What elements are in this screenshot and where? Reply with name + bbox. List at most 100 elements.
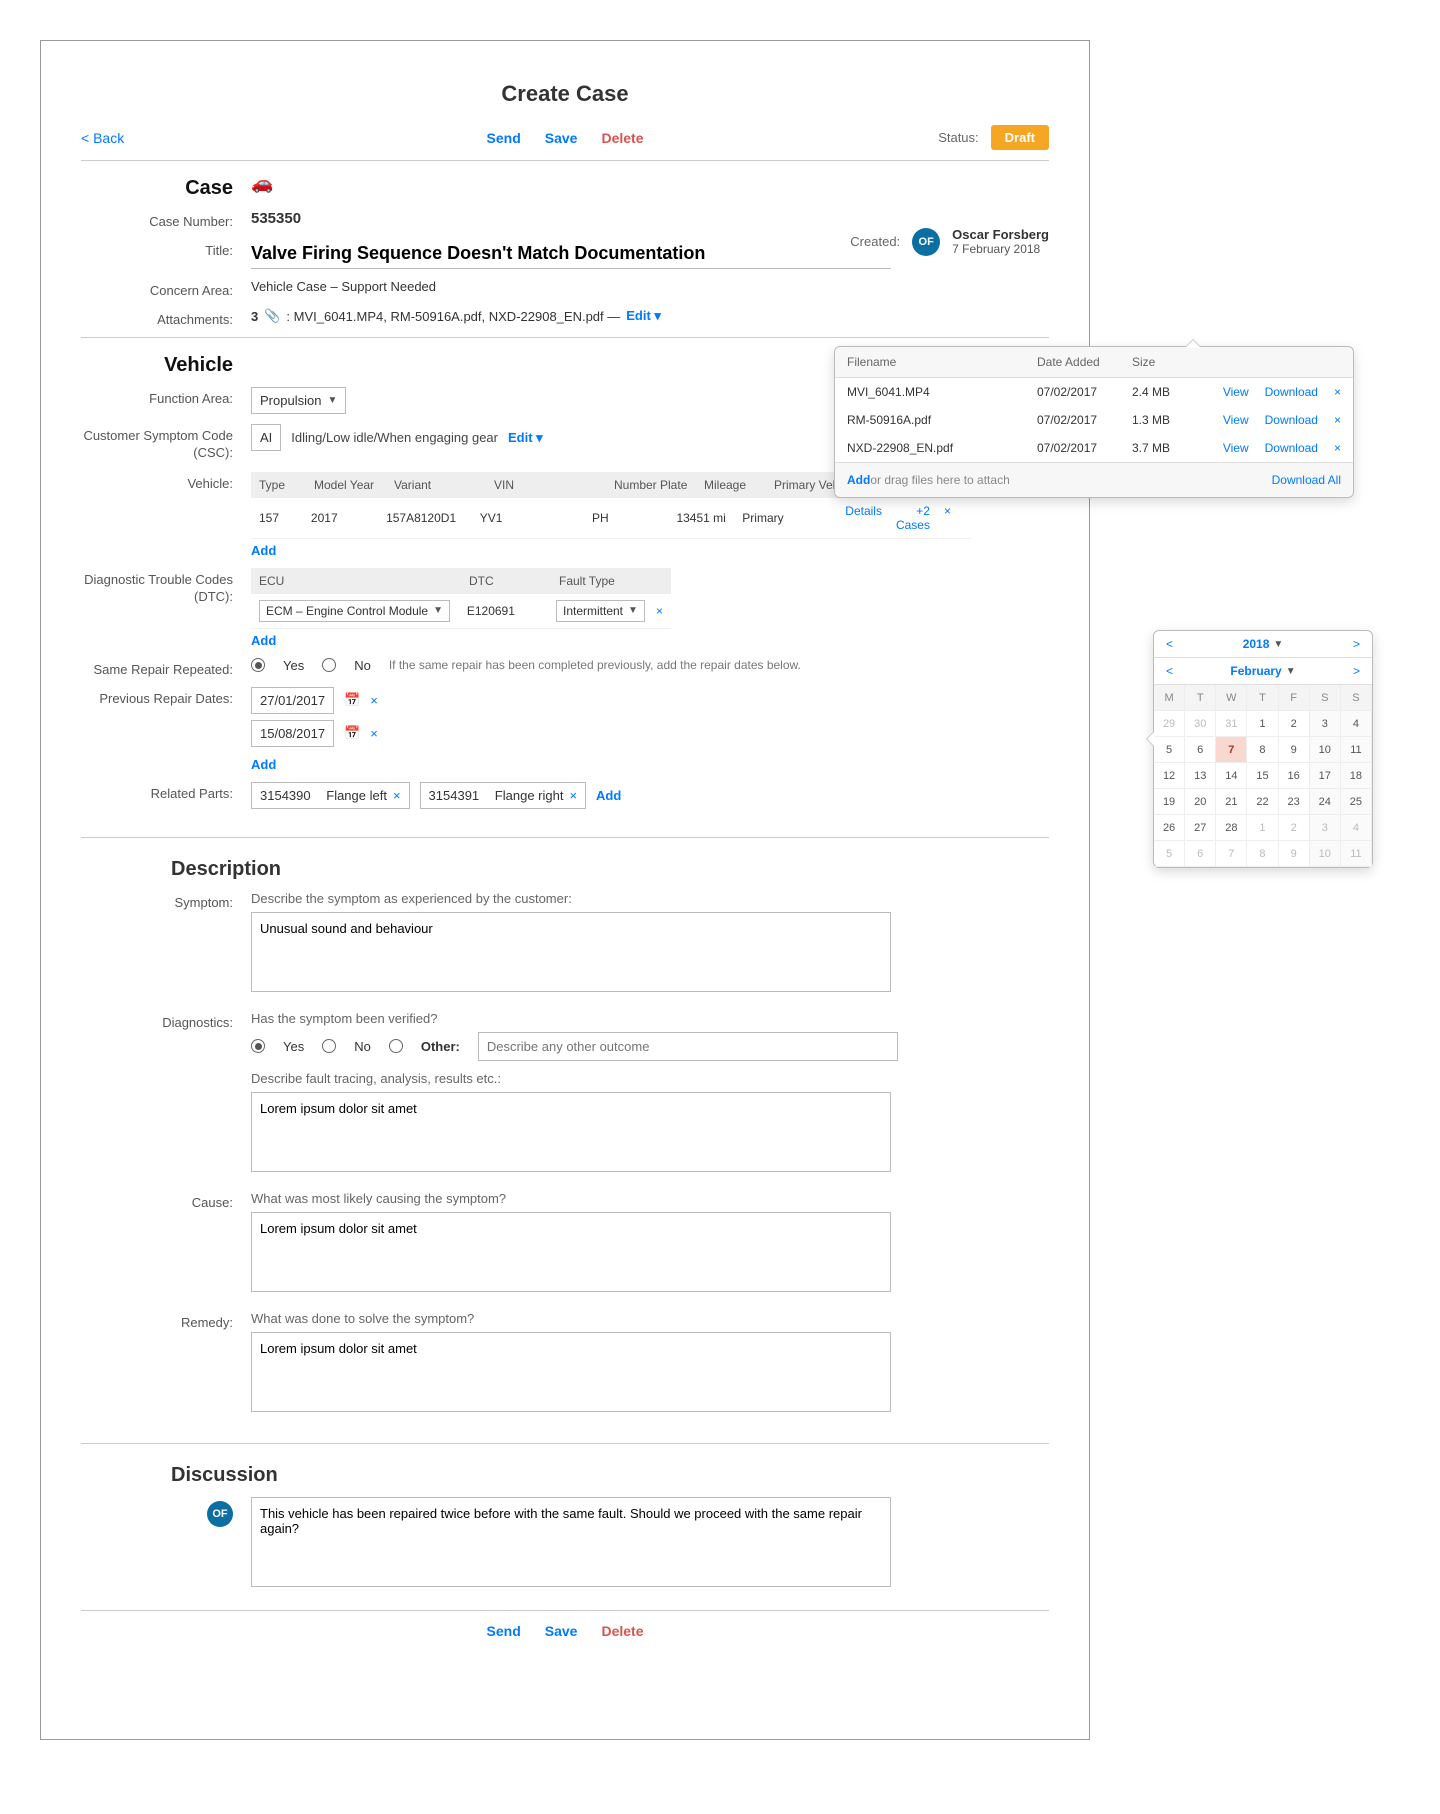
cal-day-cell[interactable]: 4 bbox=[1341, 711, 1372, 737]
cal-day-cell[interactable]: 1 bbox=[1247, 711, 1278, 737]
vehicle-cases-link[interactable]: +2 Cases bbox=[896, 504, 930, 532]
cal-day-cell[interactable]: 9 bbox=[1279, 737, 1310, 763]
csc-edit-dropdown[interactable]: Edit ▾ bbox=[508, 430, 543, 446]
attachments-edit-dropdown[interactable]: Edit ▾ bbox=[626, 308, 661, 324]
send-button[interactable]: Send bbox=[487, 130, 521, 146]
cal-day-cell[interactable]: 21 bbox=[1216, 789, 1247, 815]
vehicle-details-link[interactable]: Details bbox=[845, 504, 882, 532]
ap-view-link[interactable]: View bbox=[1223, 413, 1249, 427]
diag-other-input[interactable] bbox=[478, 1032, 898, 1061]
ap-view-link[interactable]: View bbox=[1223, 385, 1249, 399]
divider bbox=[81, 337, 1049, 338]
cal-day-cell[interactable]: 28 bbox=[1216, 815, 1247, 841]
status-label: Status: bbox=[938, 130, 978, 145]
prev-date-2-remove-icon[interactable]: × bbox=[370, 726, 378, 741]
ap-col-date: Date Added bbox=[1037, 355, 1132, 369]
divider bbox=[81, 1443, 1049, 1444]
attachments-label: Attachments: bbox=[81, 308, 251, 327]
cal-day-cell[interactable]: 17 bbox=[1310, 763, 1341, 789]
cal-day-cell[interactable]: 5 bbox=[1154, 737, 1185, 763]
attachments-count: 3 bbox=[251, 309, 258, 324]
prev-date-2[interactable]: 15/08/2017 bbox=[251, 720, 334, 747]
ap-download-link[interactable]: Download bbox=[1265, 385, 1318, 399]
cal-day-cell[interactable]: 19 bbox=[1154, 789, 1185, 815]
save-button-bottom[interactable]: Save bbox=[545, 1623, 578, 1639]
dtc-ecu-select[interactable]: ECM – Engine Control Module ▼ bbox=[259, 600, 450, 622]
calendar-icon[interactable]: 📅 bbox=[344, 725, 360, 741]
send-button-bottom[interactable]: Send bbox=[487, 1623, 521, 1639]
cal-day-cell[interactable]: 6 bbox=[1185, 737, 1216, 763]
car-icon: 🚗 bbox=[251, 173, 273, 193]
cause-textarea[interactable] bbox=[251, 1212, 891, 1292]
cal-day-cell[interactable]: 10 bbox=[1310, 737, 1341, 763]
ap-remove-icon[interactable]: × bbox=[1334, 413, 1341, 427]
ap-download-all[interactable]: Download All bbox=[1272, 473, 1341, 487]
delete-button-bottom[interactable]: Delete bbox=[601, 1623, 643, 1639]
save-button[interactable]: Save bbox=[545, 130, 578, 146]
function-area-label: Function Area: bbox=[81, 387, 251, 406]
cal-day-cell[interactable]: 23 bbox=[1279, 789, 1310, 815]
ap-remove-icon[interactable]: × bbox=[1334, 385, 1341, 399]
cal-day-cell[interactable]: 12 bbox=[1154, 763, 1185, 789]
cal-day-cell[interactable]: 7 bbox=[1216, 737, 1247, 763]
ap-add-link[interactable]: Add bbox=[847, 473, 870, 487]
cal-day-cell[interactable]: 8 bbox=[1247, 737, 1278, 763]
same-repair-no-radio[interactable] bbox=[322, 658, 336, 672]
attachments-popover: Filename Date Added Size MVI_6041.MP407/… bbox=[834, 346, 1354, 498]
diag-other-radio[interactable] bbox=[389, 1039, 403, 1053]
discussion-textarea[interactable] bbox=[251, 1497, 891, 1587]
dtc-ft-select[interactable]: Intermittent ▼ bbox=[556, 600, 645, 622]
ap-download-link[interactable]: Download bbox=[1265, 413, 1318, 427]
same-repair-yes-radio[interactable] bbox=[251, 658, 265, 672]
dtc-add-link[interactable]: Add bbox=[251, 633, 276, 648]
cal-day-cell[interactable]: 27 bbox=[1185, 815, 1216, 841]
ap-view-link[interactable]: View bbox=[1223, 441, 1249, 455]
diagnostics-textarea[interactable] bbox=[251, 1092, 891, 1172]
vehicle-remove-icon[interactable]: × bbox=[944, 504, 951, 532]
prev-date-1[interactable]: 27/01/2017 bbox=[251, 687, 334, 714]
cal-day-cell: 2 bbox=[1279, 815, 1310, 841]
vehicle-add-link[interactable]: Add bbox=[251, 543, 276, 558]
cal-day-cell[interactable]: 3 bbox=[1310, 711, 1341, 737]
diag-no-radio[interactable] bbox=[322, 1039, 336, 1053]
cal-day-cell[interactable]: 22 bbox=[1247, 789, 1278, 815]
cal-dow-cell: F bbox=[1279, 685, 1310, 711]
dtc-remove-icon[interactable]: × bbox=[656, 604, 663, 618]
part-add-link[interactable]: Add bbox=[596, 788, 621, 803]
ap-date: 07/02/2017 bbox=[1037, 441, 1132, 455]
csc-description: Idling/Low idle/When engaging gear bbox=[291, 430, 498, 445]
cal-day-cell[interactable]: 15 bbox=[1247, 763, 1278, 789]
remedy-textarea[interactable] bbox=[251, 1332, 891, 1412]
cal-day-cell[interactable]: 11 bbox=[1341, 737, 1372, 763]
cal-year[interactable]: 2018 bbox=[1243, 637, 1270, 651]
cal-month[interactable]: February bbox=[1230, 664, 1281, 678]
symptom-textarea[interactable] bbox=[251, 912, 891, 992]
diag-yes-radio[interactable] bbox=[251, 1039, 265, 1053]
csc-code-input[interactable]: AI bbox=[251, 424, 281, 451]
part-remove-icon[interactable]: × bbox=[569, 788, 577, 803]
prev-date-add-link[interactable]: Add bbox=[251, 757, 276, 772]
cal-day-cell[interactable]: 25 bbox=[1341, 789, 1372, 815]
part-remove-icon[interactable]: × bbox=[393, 788, 401, 803]
delete-button[interactable]: Delete bbox=[601, 130, 643, 146]
title-input[interactable] bbox=[251, 239, 891, 269]
back-link[interactable]: < Back bbox=[81, 130, 124, 146]
ap-download-link[interactable]: Download bbox=[1265, 441, 1318, 455]
created-block: Created: OF Oscar Forsberg 7 February 20… bbox=[850, 227, 1049, 256]
cal-prev-year-icon[interactable]: < bbox=[1162, 637, 1177, 651]
cal-day-cell[interactable]: 14 bbox=[1216, 763, 1247, 789]
calendar-icon[interactable]: 📅 bbox=[344, 692, 360, 708]
cal-next-year-icon[interactable]: > bbox=[1349, 637, 1364, 651]
cal-day-cell[interactable]: 13 bbox=[1185, 763, 1216, 789]
cal-day-cell[interactable]: 18 bbox=[1341, 763, 1372, 789]
cal-next-month-icon[interactable]: > bbox=[1349, 664, 1364, 678]
cal-day-cell[interactable]: 2 bbox=[1279, 711, 1310, 737]
ap-remove-icon[interactable]: × bbox=[1334, 441, 1341, 455]
cal-day-cell[interactable]: 20 bbox=[1185, 789, 1216, 815]
function-area-select[interactable]: Propulsion ▼ bbox=[251, 387, 346, 414]
cal-day-cell[interactable]: 16 bbox=[1279, 763, 1310, 789]
cal-day-cell[interactable]: 24 bbox=[1310, 789, 1341, 815]
cal-day-cell[interactable]: 26 bbox=[1154, 815, 1185, 841]
prev-date-1-remove-icon[interactable]: × bbox=[370, 693, 378, 708]
cal-prev-month-icon[interactable]: < bbox=[1162, 664, 1177, 678]
